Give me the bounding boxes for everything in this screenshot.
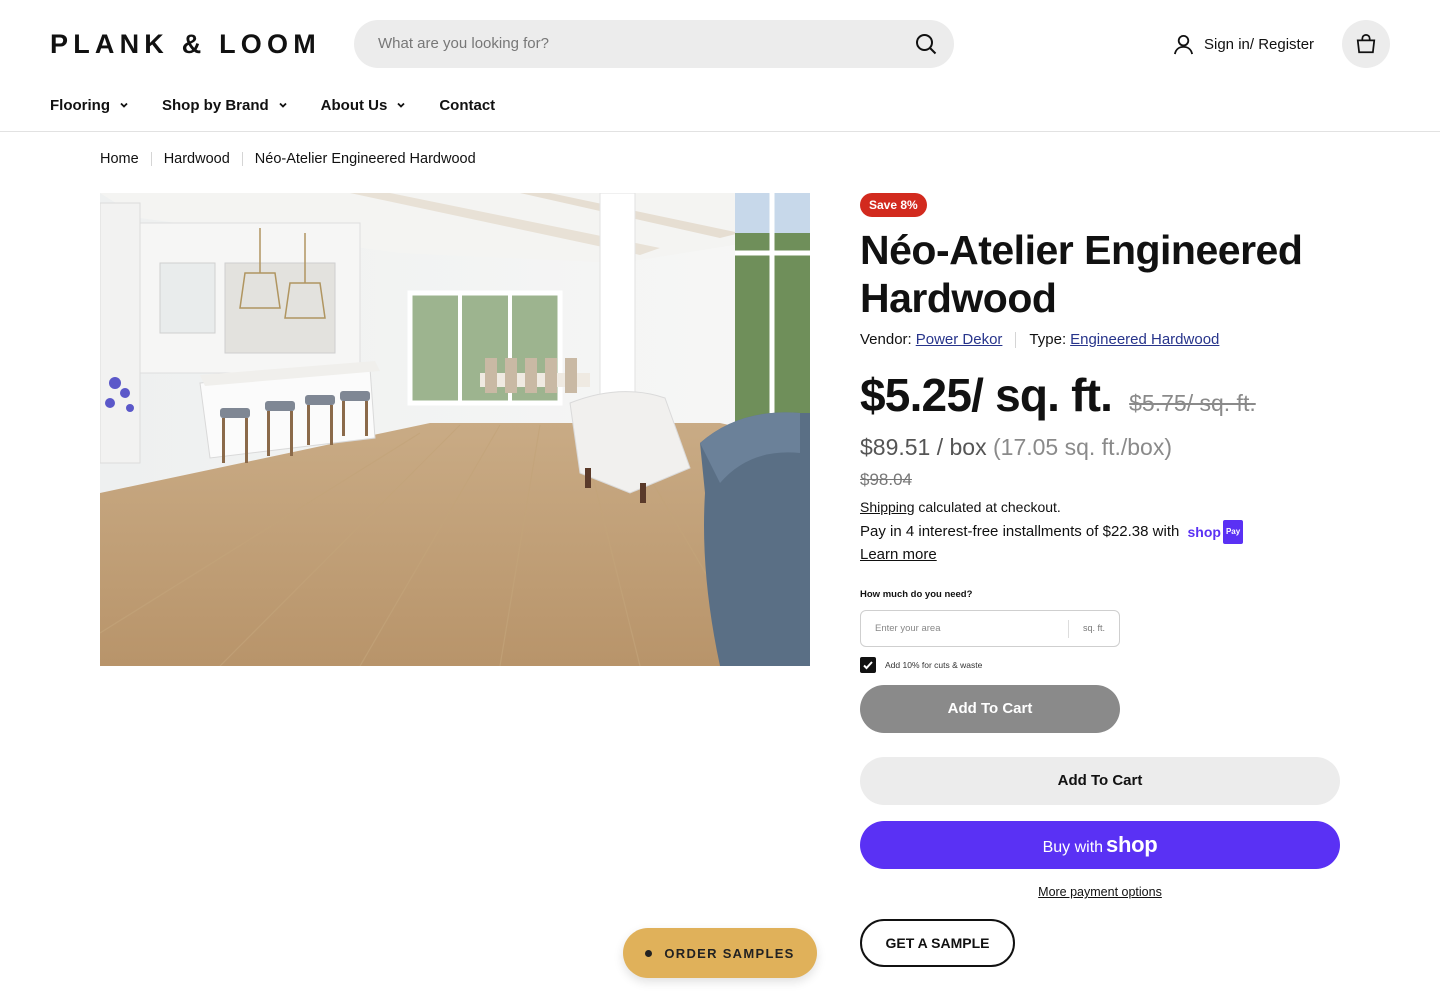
price-row: $5.25/ sq. ft. $5.75/ sq. ft. — [860, 368, 1256, 422]
compare-price: $5.75/ sq. ft. — [1129, 390, 1256, 416]
type-link[interactable]: Engineered Hardwood — [1070, 331, 1219, 348]
sale-price: $5.25/ sq. ft. — [860, 369, 1113, 421]
room-photo — [100, 193, 810, 666]
area-unit: sq. ft. — [1083, 623, 1106, 633]
installments-note: Pay in 4 interest-free installments of $… — [860, 520, 1300, 566]
main-nav: Flooring Shop by Brand About Us Contact — [50, 94, 528, 116]
more-payment-options-link[interactable]: More payment options — [860, 885, 1340, 899]
search-input[interactable]: What are you looking for? — [378, 20, 549, 68]
shop-pay-badge: Pay — [1222, 520, 1244, 544]
area-input-field[interactable]: Enter your area sq. ft. — [860, 610, 1120, 647]
product-image[interactable] — [100, 193, 810, 666]
area-divider — [1068, 620, 1069, 638]
shop-pay-logo: shop Pay — [1188, 520, 1244, 544]
waste-checkbox[interactable] — [860, 657, 876, 673]
waste-option[interactable]: Add 10% for cuts & waste — [860, 657, 982, 673]
breadcrumb: Home Hardwood Néo-Atelier Engineered Har… — [100, 151, 476, 167]
signin-link[interactable]: Sign in/ Register — [1172, 32, 1314, 56]
buy-with-label: Buy with — [1042, 839, 1104, 856]
chevron-down-icon — [120, 102, 128, 108]
signin-label: Sign in/ Register — [1204, 35, 1315, 53]
chevron-down-icon — [279, 102, 287, 108]
get-sample-button[interactable]: GET A SAMPLE — [860, 919, 1015, 967]
nav-item-contact[interactable]: Contact — [439, 94, 495, 116]
vendor-link[interactable]: Power Dekor — [916, 331, 1003, 348]
breadcrumb-home[interactable]: Home — [100, 151, 139, 167]
breadcrumb-divider — [150, 152, 152, 166]
nav-item-flooring[interactable]: Flooring — [50, 94, 129, 116]
vendor-label: Vendor: — [860, 331, 912, 348]
order-samples-label: ORDER SAMPLES — [664, 945, 795, 961]
chevron-down-icon — [397, 102, 405, 108]
shop-pay-word: shop — [1187, 524, 1221, 540]
checkmark-icon — [863, 661, 873, 670]
waste-label: Add 10% for cuts & waste — [885, 660, 983, 670]
breadcrumb-current: Néo-Atelier Engineered Hardwood — [254, 151, 476, 167]
add-to-cart-calculator-button[interactable]: Add To Cart — [860, 685, 1120, 733]
search-bar[interactable]: What are you looking for? — [354, 20, 954, 68]
box-coverage: (17.05 sq. ft./box) — [993, 434, 1172, 460]
learn-more-link[interactable]: Learn more — [860, 546, 937, 563]
nav-item-about-us[interactable]: About Us — [321, 94, 407, 116]
order-samples-button[interactable]: ORDER SAMPLES — [623, 928, 817, 978]
area-input[interactable]: Enter your area — [875, 611, 940, 646]
installments-text: Pay in 4 interest-free installments of $… — [860, 522, 1180, 540]
buy-with-shop-button[interactable]: Buy with shop — [860, 821, 1340, 869]
site-logo[interactable]: PLANK & LOOM — [50, 29, 321, 60]
search-icon[interactable] — [914, 32, 938, 56]
shopping-bag-icon — [1356, 33, 1376, 54]
breadcrumb-hardwood[interactable]: Hardwood — [164, 151, 230, 167]
product-meta: Vendor: Power Dekor Type: Engineered Har… — [860, 331, 1219, 348]
add-to-cart-button[interactable]: Add To Cart — [860, 757, 1340, 805]
sale-badge: Save 8% — [860, 193, 927, 217]
dot-icon — [645, 949, 653, 957]
site-header: PLANK & LOOM What are you looking for? S… — [0, 0, 1440, 132]
shipping-note: Shipping calculated at checkout. — [860, 499, 1061, 515]
box-price-value: $89.51 / box — [860, 434, 987, 460]
box-compare-price: $98.04 — [860, 470, 912, 489]
product-title: Néo-Atelier Engineered Hardwood — [860, 227, 1303, 321]
box-price: $89.51 / box (17.05 sq. ft./box) — [860, 434, 1172, 461]
area-calculator-label: How much do you need? — [860, 589, 973, 600]
shipping-text: calculated at checkout. — [914, 499, 1061, 515]
breadcrumb-divider — [241, 152, 243, 166]
user-icon — [1173, 34, 1194, 54]
type-label: Type: — [1029, 331, 1067, 348]
nav-item-shop-by-brand[interactable]: Shop by Brand — [162, 94, 288, 116]
meta-divider — [1015, 331, 1017, 348]
shop-logo: shop — [1106, 832, 1158, 857]
shipping-link[interactable]: Shipping — [860, 499, 915, 515]
cart-button[interactable] — [1342, 20, 1390, 68]
